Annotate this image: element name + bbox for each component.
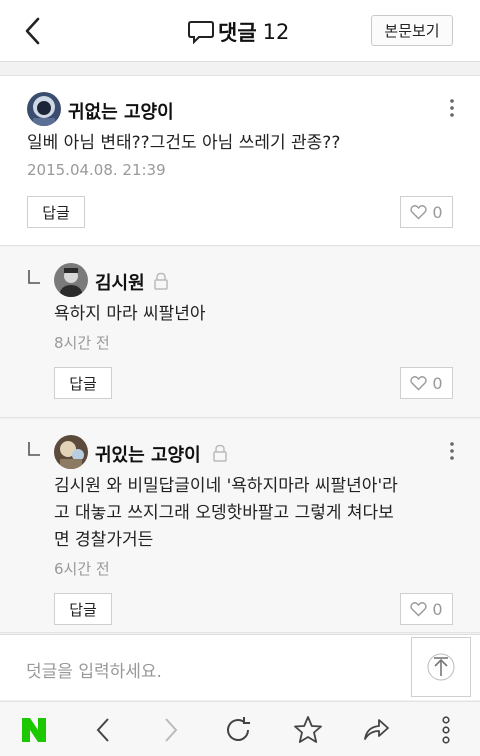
menu-icon — [442, 716, 450, 744]
comment-text: 일베 아님 변태??그건도 아님 쓰레기 관종?? — [27, 133, 341, 153]
menu-button[interactable] — [430, 714, 462, 746]
more-options-icon[interactable] — [447, 440, 457, 462]
comment-author[interactable]: 김시원 — [95, 269, 145, 295]
like-count: 0 — [432, 373, 443, 393]
like-button[interactable]: 0 — [400, 367, 453, 399]
comment-bubble-icon — [188, 21, 214, 44]
naver-logo-icon — [22, 718, 46, 742]
comment-timestamp: 2015.04.08. 21:39 — [27, 161, 166, 179]
header: 댓글 12 본문보기 — [0, 0, 480, 62]
reply-indent-icon — [28, 442, 40, 456]
comment-text-line: 김시원 와 비밀답글이네 '욕하지마라 씨팔년아'라 — [54, 476, 398, 496]
back-button[interactable] — [18, 16, 48, 46]
comment-timestamp: 8시간 전 — [54, 334, 110, 352]
avatar[interactable] — [27, 92, 61, 126]
star-icon — [294, 716, 322, 743]
title-label: 댓글 — [218, 21, 257, 45]
like-count: 0 — [432, 599, 443, 619]
view-post-button[interactable]: 본문보기 — [371, 15, 453, 46]
back-icon — [96, 718, 109, 742]
comment-item: 귀없는 고양이 일베 아님 변태??그건도 아님 쓰레기 관종?? 2015.0… — [0, 75, 480, 246]
forward-icon — [165, 718, 178, 742]
reply-button[interactable]: 답글 — [54, 367, 112, 399]
reply-button[interactable]: 답글 — [54, 593, 112, 625]
page-title: 댓글 12 — [188, 17, 289, 47]
like-count: 0 — [432, 202, 443, 222]
user-avatar-image — [54, 435, 88, 469]
like-button[interactable]: 0 — [400, 196, 453, 228]
refresh-button[interactable] — [222, 714, 254, 746]
user-avatar-image — [27, 92, 61, 126]
reply-button[interactable]: 답글 — [27, 196, 85, 228]
naver-home-button[interactable] — [18, 714, 50, 746]
chevron-left-icon — [25, 17, 40, 45]
lock-icon — [154, 272, 168, 290]
like-button[interactable]: 0 — [400, 593, 453, 625]
more-options-icon[interactable] — [447, 97, 457, 119]
comment-input-bar: 덧글을 입력하세요. — [0, 634, 480, 700]
avatar[interactable] — [54, 263, 88, 297]
comment-item: 김시원 욕하지 마라 씨팔년아 8시간 전 답글 0 — [0, 247, 480, 418]
bookmark-button[interactable] — [292, 714, 324, 746]
comment-author[interactable]: 귀있는 고양이 — [95, 441, 201, 467]
comment-text: 욕하지 마라 씨팔년아 — [54, 304, 206, 324]
comment-item: 귀있는 고양이 김시원 와 비밀답글이네 '욕하지마라 씨팔년아'라 고 대놓고… — [0, 419, 480, 633]
comment-text-line: 고 대놓고 쓰지그래 오뎅핫바팔고 그렇게 쳐다보 — [54, 503, 394, 523]
heart-icon — [410, 602, 428, 617]
avatar[interactable] — [54, 435, 88, 469]
browser-forward-button[interactable] — [155, 714, 187, 746]
comment-count: 12 — [262, 20, 290, 44]
comment-text-line: 면 경찰가거든 — [54, 530, 154, 550]
share-icon — [364, 719, 389, 740]
heart-icon — [410, 376, 428, 391]
comment-author[interactable]: 귀없는 고양이 — [68, 98, 174, 124]
lock-icon — [213, 444, 227, 462]
comment-timestamp: 6시간 전 — [54, 560, 110, 578]
arrow-up-icon — [427, 653, 455, 681]
reply-indent-icon — [28, 270, 40, 284]
scroll-top-button[interactable] — [411, 637, 471, 697]
share-button[interactable] — [360, 714, 392, 746]
comment-input[interactable]: 덧글을 입력하세요. — [26, 657, 162, 682]
user-avatar-image — [54, 263, 88, 297]
browser-back-button[interactable] — [87, 714, 119, 746]
heart-icon — [410, 205, 428, 220]
browser-toolbar — [0, 701, 480, 756]
refresh-icon — [227, 717, 250, 741]
